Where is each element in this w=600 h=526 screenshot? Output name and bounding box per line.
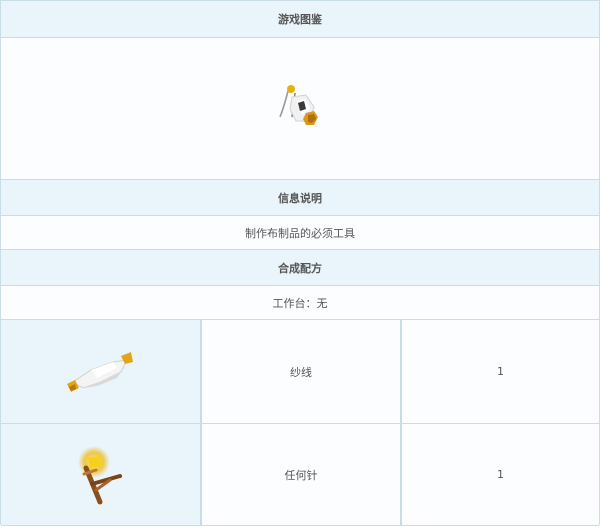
gallery-image-cell: [1, 38, 599, 180]
recipe-header-text: 合成配方: [278, 261, 322, 275]
ingredient-name: 任何针: [284, 468, 318, 482]
gallery-header-text: 游戏图鉴: [278, 13, 322, 26]
gallery-header: 游戏图鉴: [1, 1, 599, 38]
info-header-text: 信息说明: [278, 191, 322, 205]
ingredient-qty: 1: [497, 365, 504, 378]
info-header: 信息说明: [1, 180, 599, 216]
ingredient-icon-cell: [1, 424, 202, 526]
ingredient-qty: 1: [497, 468, 504, 481]
info-description-row: 制作布制品的必须工具: [1, 216, 599, 250]
info-description-text: 制作布制品的必须工具: [245, 226, 355, 240]
workbench-row: 工作台：无: [1, 286, 599, 320]
ingredient-name-cell: 任何针: [202, 424, 402, 526]
any-needle-icon: [77, 445, 122, 504]
workbench-text: 工作台：无: [272, 296, 328, 310]
item-info-panel: 游戏图鉴 信息说明 制作布制品的必须工具 合成配方 工作台：无 纱线 1 任何针…: [0, 0, 600, 526]
yarn-spool-icon: [66, 351, 133, 392]
ingredient-icon-cell: [1, 320, 202, 424]
ingredient-name-cell: 纱线: [202, 320, 402, 424]
ingredient-qty-cell: 1: [402, 320, 599, 424]
sewing-tool-icon: [279, 84, 318, 125]
recipe-header: 合成配方: [1, 250, 599, 286]
ingredient-name: 纱线: [290, 365, 312, 379]
ingredient-qty-cell: 1: [402, 424, 599, 526]
